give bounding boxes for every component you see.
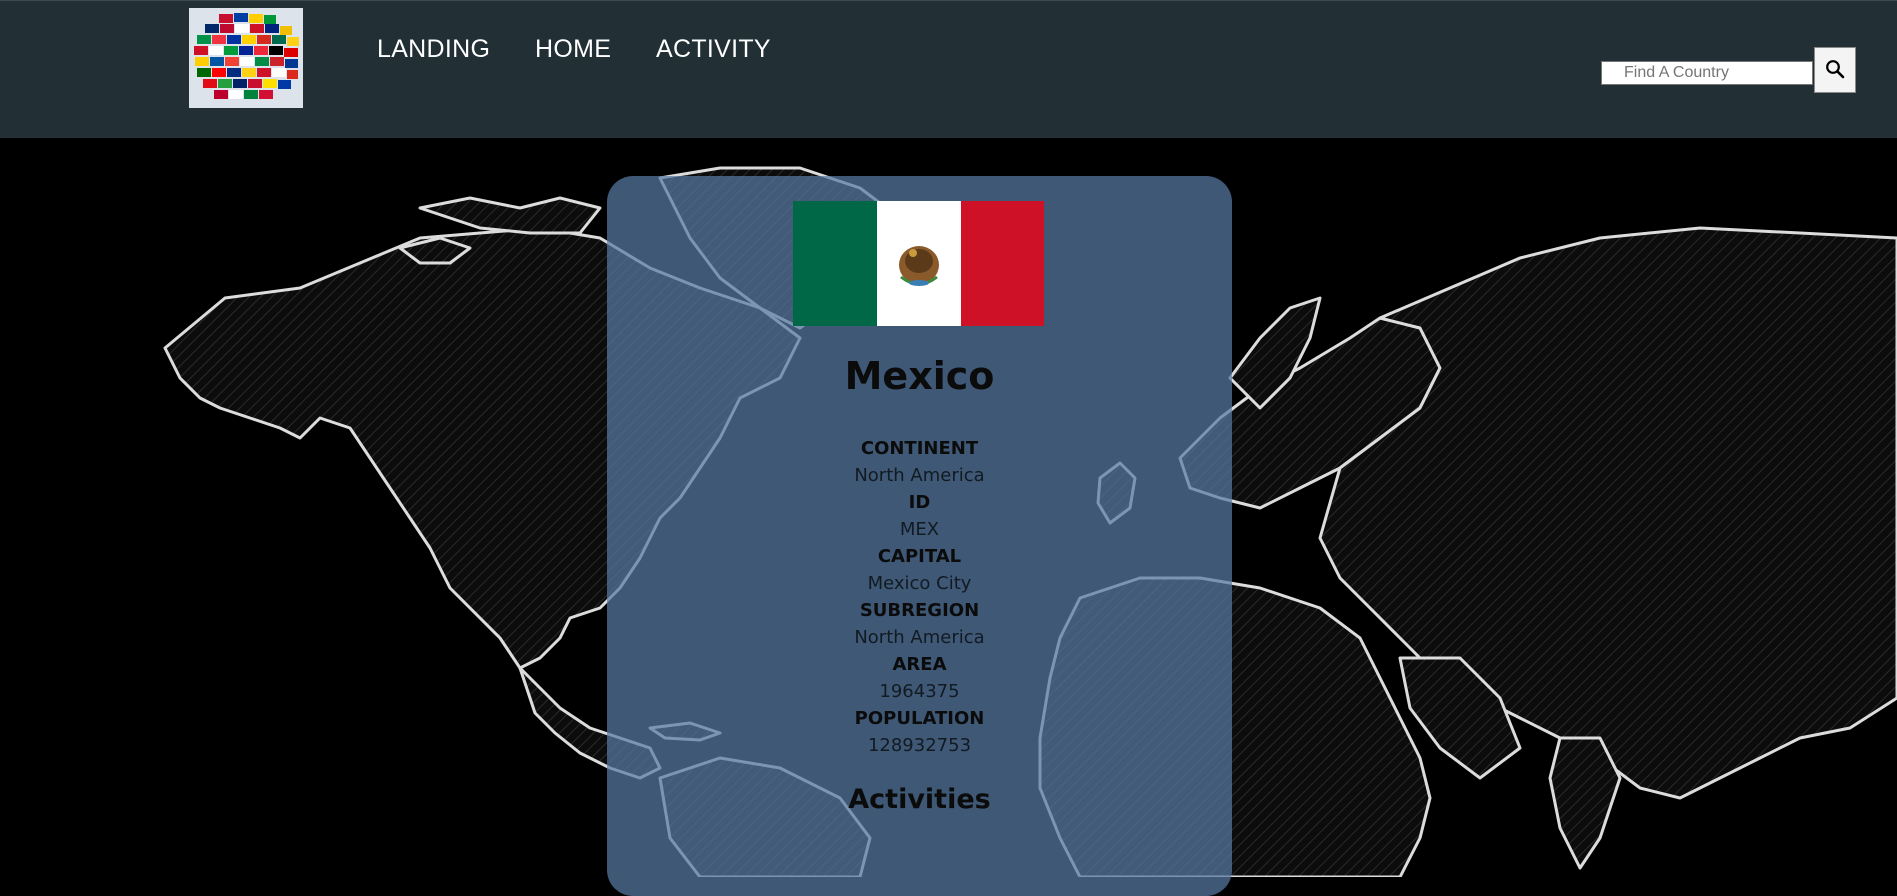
capital-value: Mexico City: [867, 573, 972, 594]
subregion-label: SUBREGION: [859, 600, 980, 621]
population-label: POPULATION: [854, 708, 985, 729]
capital-label: CAPITAL: [877, 546, 962, 567]
population-value: 128932753: [867, 735, 972, 756]
country-fields: CONTINENT North America ID MEX CAPITAL M…: [607, 435, 1232, 759]
activities-heading: Activities: [848, 784, 991, 815]
navbar: LANDING HOME ACTIVITY: [0, 0, 1897, 138]
area-label: AREA: [892, 654, 947, 675]
area-value: 1964375: [879, 681, 960, 702]
continent-label: CONTINENT: [860, 438, 979, 459]
subregion-value: North America: [854, 627, 985, 648]
nav-link-activity[interactable]: ACTIVITY: [656, 35, 771, 64]
coat-of-arms-icon: [898, 246, 939, 286]
continent-value: North America: [854, 465, 985, 486]
search-button[interactable]: [1814, 47, 1856, 93]
country-flag: [793, 201, 1044, 326]
country-name: Mexico: [844, 354, 995, 398]
nav-link-landing[interactable]: LANDING: [377, 35, 490, 64]
id-value: MEX: [899, 519, 940, 540]
world-flags-logo[interactable]: [189, 8, 303, 108]
search-icon: [1825, 59, 1845, 82]
id-label: ID: [908, 492, 931, 513]
nav-link-home[interactable]: HOME: [535, 35, 611, 64]
country-detail-card: Mexico CONTINENT North America ID MEX CA…: [607, 176, 1232, 896]
search-input[interactable]: [1601, 61, 1813, 85]
